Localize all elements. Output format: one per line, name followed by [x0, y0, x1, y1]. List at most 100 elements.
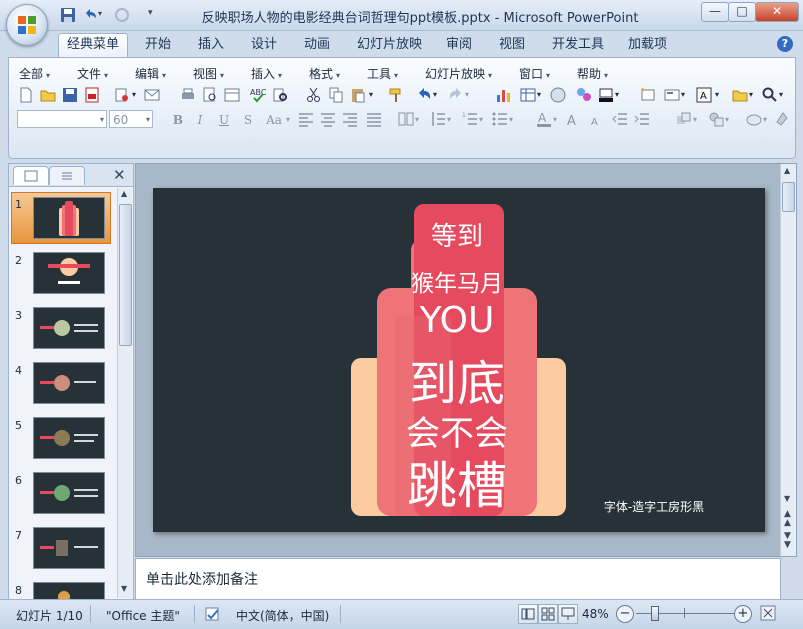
grow-font-icon[interactable]: A: [565, 110, 583, 128]
slide-thumbnail-6[interactable]: [33, 472, 105, 514]
chevron-down-icon[interactable]: ▾: [725, 115, 729, 124]
clip-art-icon[interactable]: [549, 86, 567, 104]
undo-dropdown-icon[interactable]: ▾: [98, 9, 102, 18]
tab-insert[interactable]: 插入: [198, 35, 224, 55]
menu-help[interactable]: 帮助 ▾: [577, 65, 608, 82]
new-document-icon[interactable]: [17, 86, 35, 104]
slide-thumbnail-5[interactable]: [33, 417, 105, 459]
office-button[interactable]: [6, 4, 48, 46]
chevron-down-icon[interactable]: ▾: [132, 90, 136, 99]
shapes-icon[interactable]: [707, 110, 725, 128]
menu-all[interactable]: 全部 ▾: [19, 65, 50, 82]
chevron-down-icon[interactable]: ▾: [415, 115, 419, 124]
slideshow-view-button[interactable]: [558, 604, 578, 624]
previous-slide-icon[interactable]: ▲ ▲: [784, 510, 791, 528]
undo-icon[interactable]: [82, 7, 98, 23]
arrange-icon[interactable]: [675, 110, 693, 128]
menu-slideshow[interactable]: 幻灯片放映 ▾: [425, 65, 492, 82]
close-button[interactable]: ✕: [755, 2, 799, 22]
line-spacing-icon[interactable]: [429, 110, 447, 128]
tab-animation[interactable]: 动画: [304, 35, 330, 55]
slide-sorter-icon[interactable]: [223, 86, 241, 104]
shrink-font-icon[interactable]: A: [587, 110, 605, 128]
minimize-button[interactable]: —: [701, 2, 729, 22]
zoom-slider-thumb[interactable]: [651, 606, 659, 621]
align-left-icon[interactable]: [297, 110, 315, 128]
chevron-down-icon[interactable]: ▾: [681, 90, 685, 99]
chevron-down-icon[interactable]: ▾: [537, 90, 541, 99]
text-box-icon[interactable]: A: [695, 86, 713, 104]
pdf-icon[interactable]: [83, 86, 101, 104]
font-size-combo[interactable]: 60 ▾: [109, 110, 153, 128]
tab-slides[interactable]: [13, 166, 49, 185]
cut-icon[interactable]: [305, 86, 323, 104]
tab-review[interactable]: 审阅: [446, 35, 472, 55]
tab-view[interactable]: 视图: [499, 35, 525, 55]
bold-button[interactable]: B: [167, 110, 189, 130]
scrollbar-thumb[interactable]: [782, 182, 795, 212]
chevron-down-icon[interactable]: ▾: [615, 90, 619, 99]
chevron-down-icon[interactable]: ▾: [509, 115, 513, 124]
decrease-indent-icon[interactable]: [611, 110, 629, 128]
new-slide-icon[interactable]: [639, 86, 657, 104]
tab-classic-menu[interactable]: 经典菜单: [58, 33, 128, 58]
undo-icon[interactable]: [415, 86, 433, 104]
underline-button[interactable]: U: [213, 110, 235, 130]
slide-thumbnail-7[interactable]: [33, 527, 105, 569]
email-icon[interactable]: [143, 86, 161, 104]
menu-view[interactable]: 视图 ▾: [193, 65, 224, 82]
chart-icon[interactable]: [495, 86, 513, 104]
font-name-combo[interactable]: ▾: [17, 110, 107, 128]
spelling-check-icon[interactable]: ABC: [249, 86, 267, 104]
save-icon[interactable]: [61, 86, 79, 104]
slide-scrollbar[interactable]: ▲ ▼ ▲ ▲ ▼ ▼: [780, 164, 796, 556]
folder-icon[interactable]: [731, 86, 749, 104]
chevron-down-icon[interactable]: ▾: [749, 90, 753, 99]
close-icon[interactable]: ✕: [113, 166, 126, 184]
chevron-down-icon[interactable]: ▾: [465, 90, 469, 99]
zoom-out-icon[interactable]: −: [616, 605, 634, 623]
scroll-up-icon[interactable]: ▲: [784, 166, 790, 175]
picture-icon[interactable]: [575, 86, 593, 104]
menu-insert[interactable]: 插入 ▾: [251, 65, 282, 82]
research-icon[interactable]: [271, 86, 289, 104]
tab-design[interactable]: 设计: [251, 35, 277, 55]
save-icon[interactable]: [60, 7, 76, 23]
language-indicator[interactable]: 中文(简体，中国): [236, 607, 329, 624]
redo-icon[interactable]: [114, 7, 130, 23]
chevron-down-icon[interactable]: ▾: [693, 115, 697, 124]
scroll-down-icon[interactable]: ▼: [784, 494, 790, 503]
slide-thumbnail-2[interactable]: [33, 252, 105, 294]
chevron-down-icon[interactable]: ▾: [779, 90, 783, 99]
theme-name[interactable]: "Office 主题": [106, 607, 180, 624]
fill-color-icon[interactable]: [597, 86, 615, 104]
tab-home[interactable]: 开始: [145, 35, 171, 55]
justify-icon[interactable]: [365, 110, 383, 128]
menu-file[interactable]: 文件 ▾: [77, 65, 108, 82]
menu-edit[interactable]: 编辑 ▾: [135, 65, 166, 82]
tab-outline[interactable]: [49, 166, 85, 185]
format-painter-icon[interactable]: [387, 86, 405, 104]
zoom-in-icon[interactable]: +: [734, 605, 752, 623]
chevron-down-icon[interactable]: ▾: [286, 115, 290, 124]
permission-icon[interactable]: [113, 86, 131, 104]
numbering-icon[interactable]: 1: [461, 110, 479, 128]
increase-indent-icon[interactable]: [633, 110, 651, 128]
normal-view-button[interactable]: [518, 604, 538, 624]
slide-sorter-view-button[interactable]: [538, 604, 558, 624]
slide-footer-text[interactable]: 字体-造字工房形黑: [579, 498, 729, 515]
help-icon[interactable]: ?: [777, 36, 793, 52]
align-center-icon[interactable]: [319, 110, 337, 128]
italic-button[interactable]: I: [189, 110, 211, 130]
open-folder-icon[interactable]: [39, 86, 57, 104]
chevron-down-icon[interactable]: ▾: [447, 115, 451, 124]
scroll-down-icon[interactable]: ▼: [121, 584, 127, 593]
print-icon[interactable]: [179, 86, 197, 104]
slide-text-line1[interactable]: 等到: [357, 216, 557, 253]
table-icon[interactable]: [519, 86, 537, 104]
slide-thumbnail-4[interactable]: [33, 362, 105, 404]
copy-icon[interactable]: [327, 86, 345, 104]
paste-icon[interactable]: [349, 86, 367, 104]
chevron-down-icon[interactable]: ▾: [146, 111, 150, 129]
chevron-down-icon[interactable]: ▾: [433, 90, 437, 99]
